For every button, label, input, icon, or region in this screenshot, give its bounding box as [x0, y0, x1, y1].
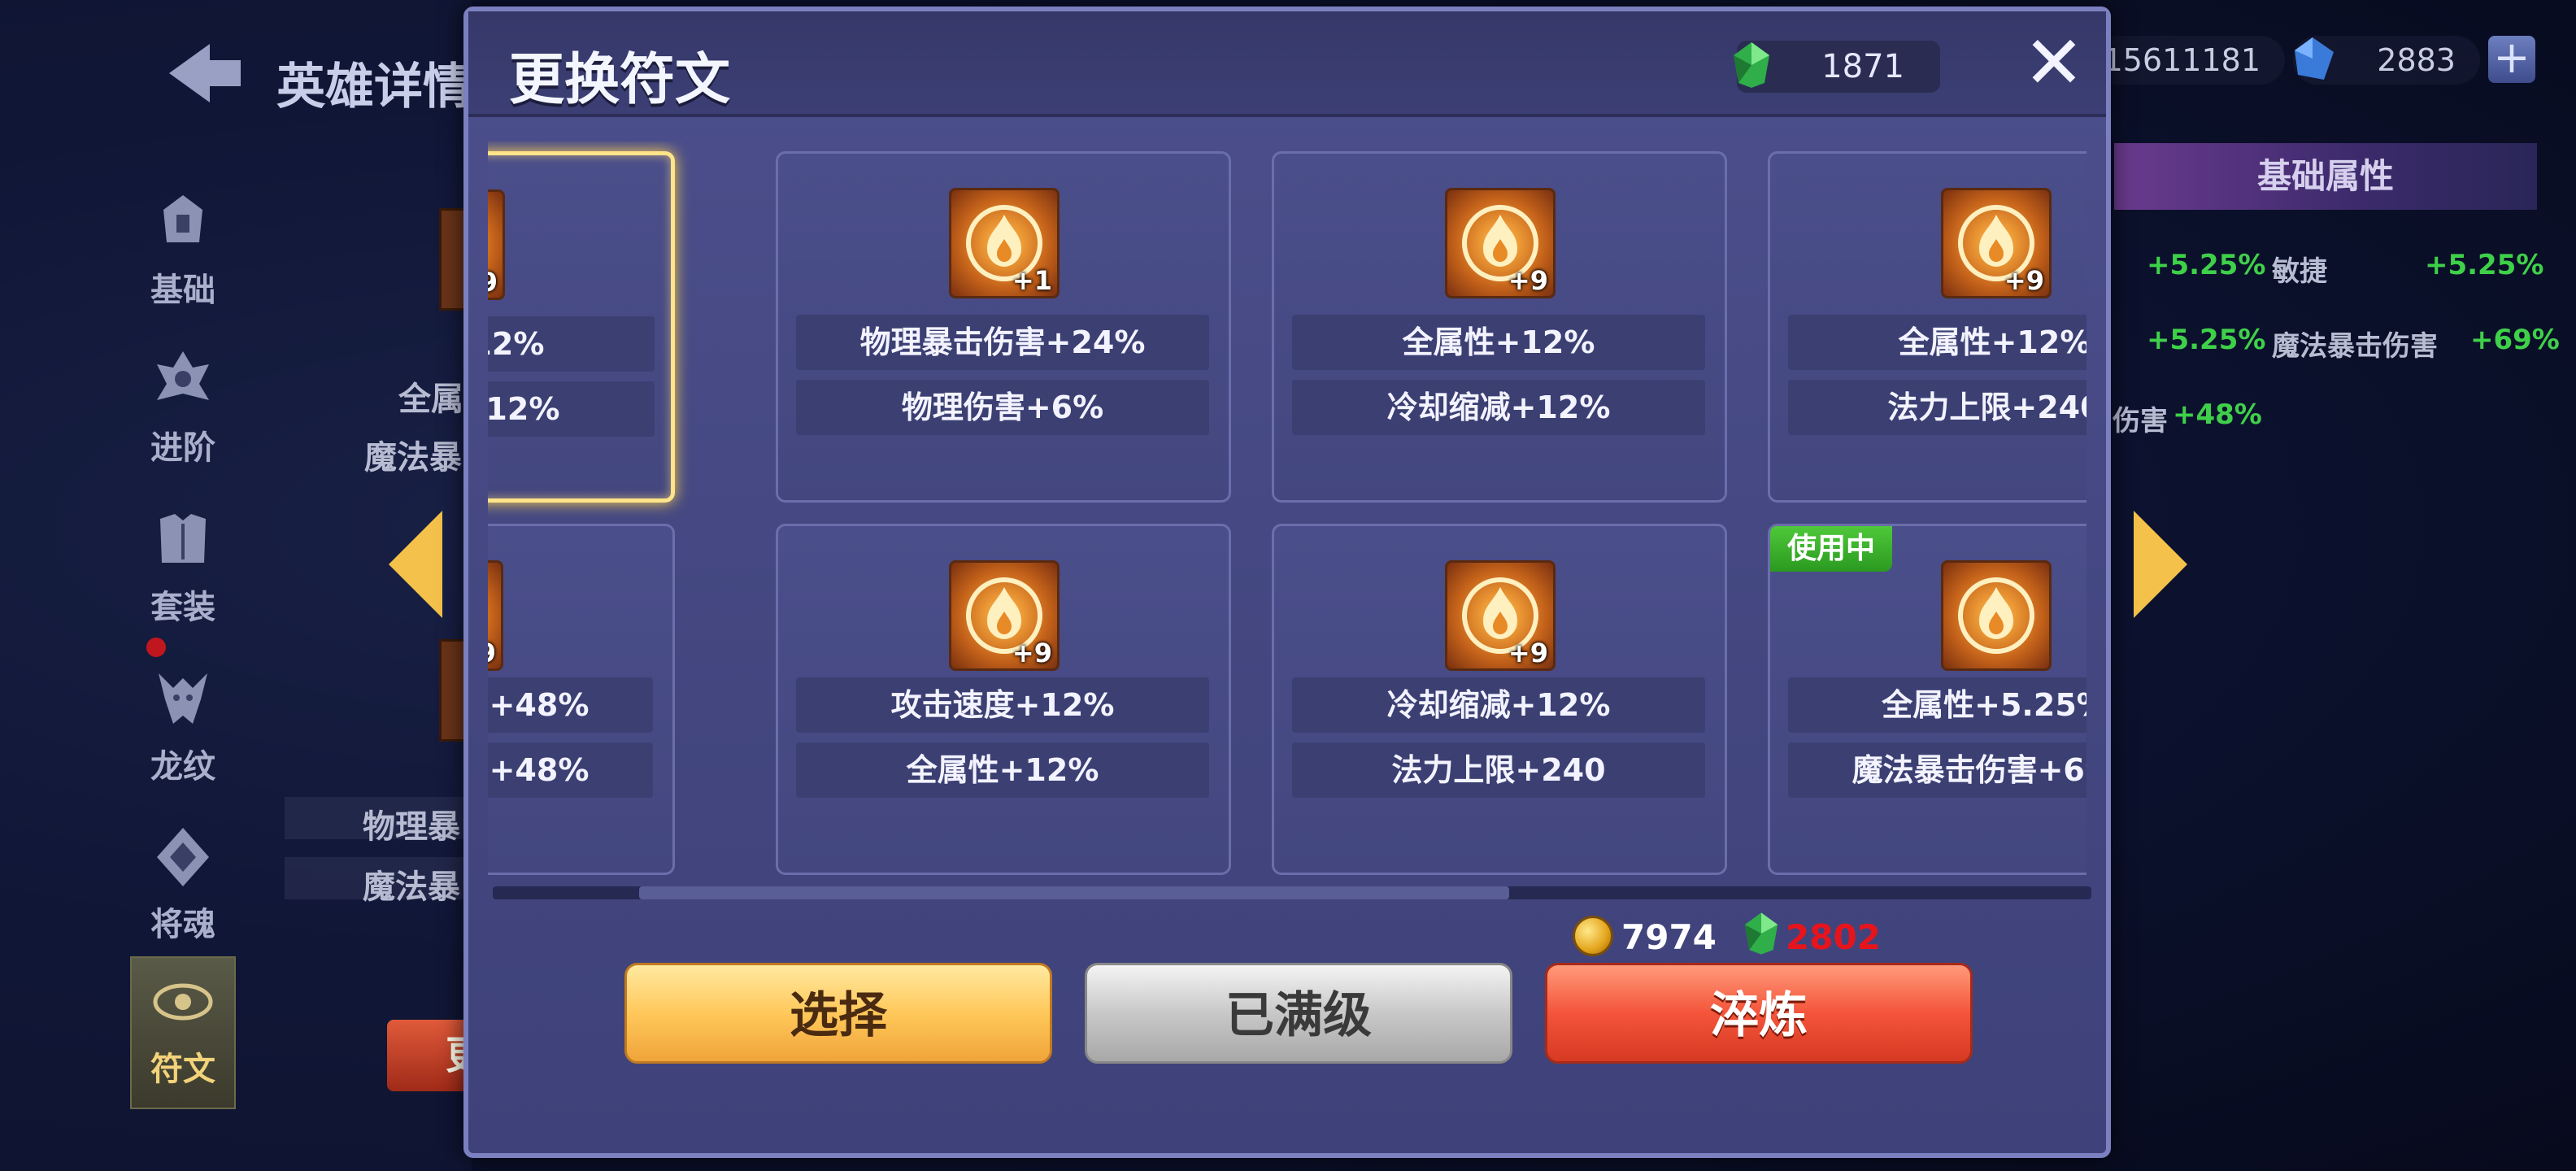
prev-arrow-icon[interactable]: [389, 511, 442, 618]
gem-icon: [1744, 912, 1778, 955]
rune-level: +1: [1012, 265, 1052, 296]
attr-value: +5.25%: [2425, 249, 2544, 281]
emblem-icon: [157, 351, 209, 400]
rune-stat: 攻击速度+12%: [796, 677, 1209, 733]
rune-icon: +9: [1445, 188, 1556, 298]
sidebar-item-basic[interactable]: 基础: [130, 179, 236, 317]
rune-icon: +9: [1445, 560, 1556, 671]
rune-card[interactable]: +9 冷却缩减+12% 法力上限+240: [1272, 524, 1727, 875]
rune-icon: +9: [1941, 188, 2052, 298]
bg-stat-label: 全属: [398, 381, 463, 418]
rune-card[interactable]: 使用中 全属性+5.25% 魔法暴击伤害+69%: [1768, 524, 2086, 875]
sidebar-item-set[interactable]: 套装: [130, 496, 236, 634]
next-arrow-icon[interactable]: [2134, 511, 2187, 618]
rune-card[interactable]: +9 全属性+12% 冷却缩减+12%: [1272, 151, 1727, 503]
bg-stat-label: 魔法暴: [363, 868, 460, 906]
rune-change-dialog: 更换符文 1871 ✕ +9 全属性+12% 冷却缩减+12% +1 物理暴击伤…: [463, 7, 2111, 1158]
rune-card[interactable]: +9 攻击速度+12% 全属性+12%: [776, 524, 1231, 875]
refine-button[interactable]: 淬炼: [1545, 963, 1973, 1064]
rune-stat: 物理伤害+6%: [796, 380, 1209, 435]
rune-stat: 全属性+5.25%: [1788, 677, 2086, 733]
helmet-icon: [163, 195, 202, 242]
eye-rune-icon: [153, 983, 213, 1021]
rune-level: +9: [2004, 265, 2044, 296]
rune-card[interactable]: +9 物理暴击伤害+48% 魔法暴击伤害+48%: [488, 524, 675, 875]
rune-icon: +9: [488, 560, 503, 671]
rune-icon: +9: [488, 189, 505, 300]
rune-stat: 魔法暴击伤害+48%: [488, 742, 653, 798]
sidebar-item-rune[interactable]: 符文: [130, 956, 236, 1109]
attr-left-value: +5.25%: [2147, 324, 2266, 356]
attr-name: 伤害: [2113, 405, 2168, 437]
rune-stat: 全属性+12%: [1292, 315, 1705, 370]
in-use-badge: 使用中: [1770, 526, 1892, 572]
armor-icon: [160, 514, 206, 563]
attr-left-value: +5.25%: [2147, 249, 2266, 281]
dialog-title: 更换符文: [509, 48, 731, 112]
attr-name: 魔法暴击伤害: [2272, 330, 2438, 363]
rune-stat: 全属性+12%: [796, 742, 1209, 798]
rune-icon: +9: [949, 560, 1060, 671]
attributes-header: 基础属性: [2114, 143, 2537, 210]
cost-gems: 2802: [1786, 917, 1881, 957]
attr-value: +69%: [2470, 324, 2560, 356]
select-button[interactable]: 选择: [624, 963, 1052, 1064]
bg-stat-label: 物理暴: [363, 808, 460, 846]
close-button[interactable]: ✕: [2021, 27, 2086, 100]
rune-card[interactable]: +1 物理暴击伤害+24% 物理伤害+6%: [776, 151, 1231, 503]
coin-counter: 15611181: [2082, 36, 2285, 85]
dragon-icon: [159, 673, 207, 724]
rune-stat: 魔法暴击伤害+69%: [1788, 742, 2086, 798]
rune-stat: 物理暴击伤害+48%: [488, 677, 653, 733]
flame-emblem-icon: [1958, 577, 2034, 654]
rune-stat: 物理暴击伤害+24%: [796, 315, 1209, 370]
rune-level: +9: [1012, 638, 1052, 668]
rune-stat: 全属性+12%: [488, 316, 655, 372]
coin-icon: [1573, 916, 1613, 956]
rune-stat: 法力上限+240: [1292, 742, 1705, 798]
rune-stat: 冷却缩减+12%: [488, 381, 655, 437]
gem-icon: [1734, 42, 1769, 88]
soul-icon: [157, 828, 209, 886]
rune-card[interactable]: +9 全属性+12% 冷却缩减+12%: [488, 151, 675, 503]
sidebar-item-dragon[interactable]: 龙纹: [130, 655, 236, 794]
rune-icon: [1941, 560, 2052, 671]
rune-card[interactable]: +9 全属性+12% 法力上限+240: [1768, 151, 2086, 503]
rune-icon: +1: [949, 188, 1060, 298]
add-diamond-button[interactable]: +: [2488, 36, 2535, 83]
bg-stat-label: 魔法暴: [364, 439, 462, 477]
scrollbar-thumb[interactable]: [639, 886, 1509, 899]
rune-level: +9: [1508, 638, 1548, 668]
rune-stat: 冷却缩减+12%: [1292, 380, 1705, 435]
rune-stat: 冷却缩减+12%: [1292, 677, 1705, 733]
sidebar-item-soul[interactable]: 将魂: [130, 813, 236, 951]
page-title: 英雄详情: [276, 59, 472, 115]
rune-level: +9: [1508, 265, 1548, 296]
horizontal-scrollbar[interactable]: [493, 886, 2091, 899]
attr-left-value: +48%: [2173, 398, 2262, 431]
rune-stat: 全属性+12%: [1788, 315, 2086, 370]
sidebar-item-advance[interactable]: 进阶: [130, 337, 236, 475]
rune-stat: 法力上限+240: [1788, 380, 2086, 435]
rune-level: +9: [488, 267, 498, 298]
rune-level: +9: [488, 638, 496, 668]
maxed-button[interactable]: 已满级: [1085, 963, 1512, 1064]
attr-name: 敏捷: [2272, 255, 2327, 288]
back-arrow-icon[interactable]: [163, 41, 244, 106]
rune-list[interactable]: +9 全属性+12% 冷却缩减+12% +1 物理暴击伤害+24% 物理伤害+6…: [488, 141, 2086, 882]
notification-dot: [146, 638, 166, 657]
diamond-icon: [2295, 37, 2334, 80]
cost-coins: 7974: [1621, 917, 1717, 957]
